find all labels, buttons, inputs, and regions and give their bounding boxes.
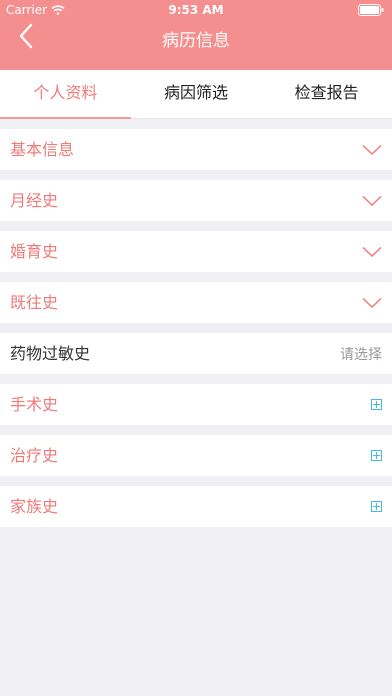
row-surgery-history[interactable]: 手术史 (0, 384, 392, 425)
row-label: 既往史 (10, 293, 59, 312)
chevron-down-icon[interactable] (362, 195, 382, 207)
row-label: 基本信息 (10, 140, 75, 159)
row-label: 手术史 (10, 395, 59, 414)
tab-personal-info[interactable]: 个人资料 (0, 70, 131, 119)
row-label: 婚育史 (10, 242, 59, 261)
row-marriage-history[interactable]: 婚育史 (0, 231, 392, 272)
row-treatment-history[interactable]: 治疗史 (0, 435, 392, 476)
tab-cause-screening[interactable]: 病因筛选 (131, 70, 262, 118)
tab-exam-reports[interactable]: 检查报告 (261, 70, 392, 118)
select-placeholder[interactable]: 请选择 (340, 344, 382, 364)
app-header: Carrier 9:53 AM 病历信息 (0, 0, 392, 70)
chevron-down-icon[interactable] (362, 246, 382, 258)
row-basic-info[interactable]: 基本信息 (0, 129, 392, 170)
row-menstrual-history[interactable]: 月经史 (0, 180, 392, 221)
row-drug-allergy[interactable]: 药物过敏史 请选择 (0, 333, 392, 374)
battery-icon (358, 4, 384, 16)
add-icon[interactable] (371, 399, 382, 410)
row-past-history[interactable]: 既往史 (0, 282, 392, 323)
row-family-history[interactable]: 家族史 (0, 486, 392, 527)
chevron-down-icon[interactable] (362, 144, 382, 156)
page-title: 病历信息 (162, 31, 230, 51)
nav-bar: 病历信息 (0, 20, 392, 70)
row-label: 月经史 (10, 191, 59, 210)
clock: 9:53 AM (168, 3, 224, 17)
chevron-down-icon[interactable] (362, 297, 382, 309)
status-bar: Carrier 9:53 AM (0, 0, 392, 20)
add-icon[interactable] (371, 450, 382, 461)
row-label: 药物过敏史 (10, 344, 91, 363)
row-label: 家族史 (10, 497, 59, 516)
tab-bar: 个人资料 病因筛选 检查报告 (0, 70, 392, 119)
add-icon[interactable] (371, 501, 382, 512)
row-label: 治疗史 (10, 446, 59, 465)
record-list: 基本信息 月经史 婚育史 既往史 药物过敏史 请选择 手术史 治疗史 家族史 (0, 119, 392, 527)
